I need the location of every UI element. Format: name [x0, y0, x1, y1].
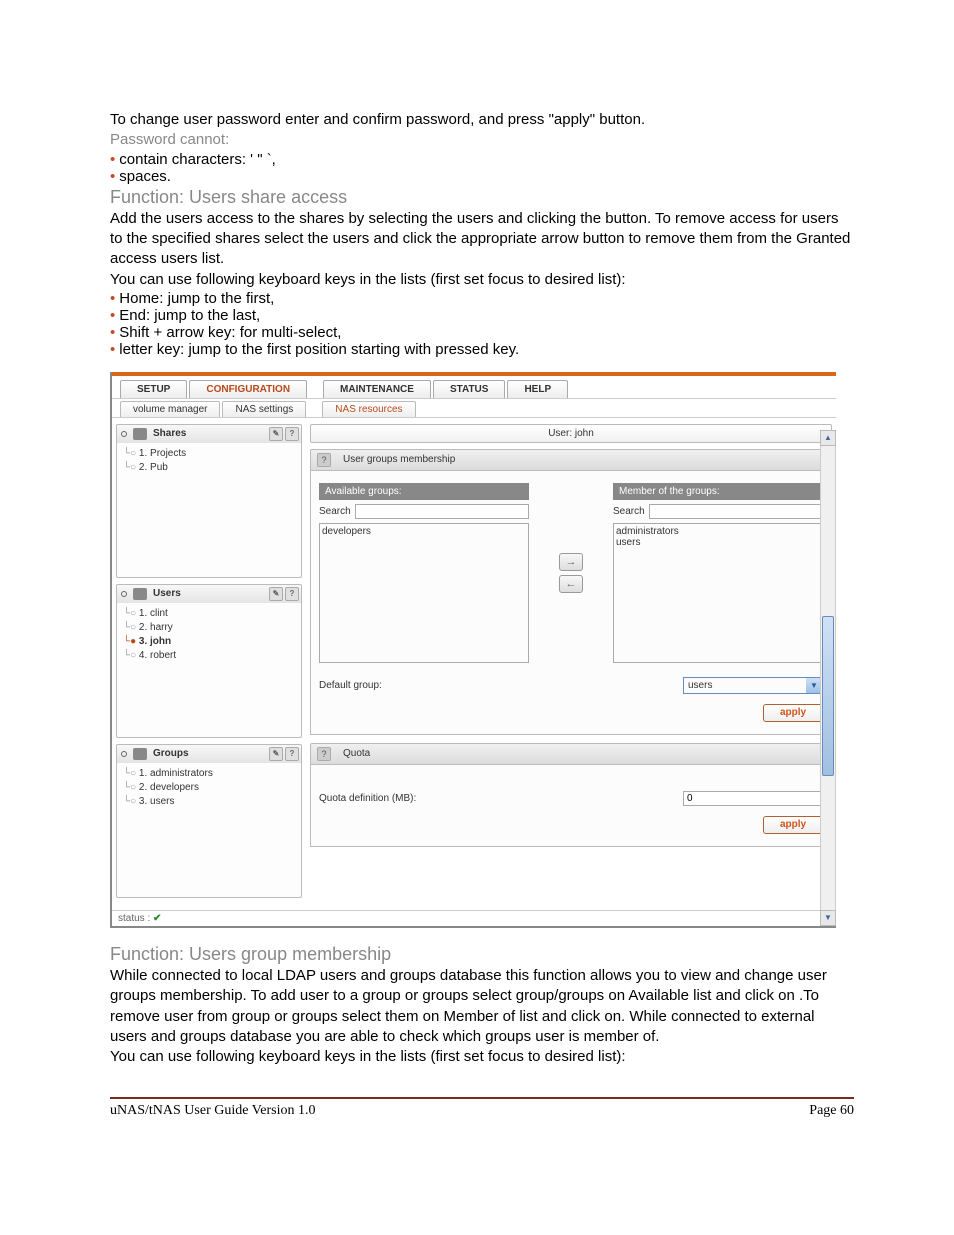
tree-item[interactable]: 2. Pub — [123, 461, 295, 475]
main-tabs: SETUP CONFIGURATION MAINTENANCE STATUS H… — [112, 376, 836, 399]
quota-input[interactable] — [683, 791, 823, 806]
apply-button[interactable]: apply — [763, 704, 823, 722]
check-icon: ✔ — [153, 913, 161, 924]
available-search-input[interactable] — [355, 504, 529, 519]
footer-right: Page 60 — [809, 1103, 854, 1119]
member-listbox[interactable]: administrators users — [613, 523, 823, 663]
search-label: Search — [613, 506, 645, 517]
remove-arrow-button[interactable]: ← — [559, 575, 583, 593]
subtab-volume-manager[interactable]: volume manager — [120, 401, 220, 417]
tree-item[interactable]: 2. developers — [123, 781, 295, 795]
tab-setup[interactable]: SETUP — [120, 380, 187, 398]
subtab-nas-settings[interactable]: NAS settings — [222, 401, 306, 417]
membership-title: User groups membership — [343, 454, 455, 465]
tab-help[interactable]: HELP — [507, 380, 568, 398]
quota-body: Quota definition (MB): apply — [310, 765, 832, 847]
membership-body: Available groups: Search developers → — [310, 471, 832, 735]
member-search-input[interactable] — [649, 504, 823, 519]
list-item[interactable]: users — [616, 537, 820, 548]
group-membership-paragraph: While connected to local LDAP users and … — [110, 966, 854, 1047]
bullet-item: •End: jump to the last, — [110, 307, 854, 324]
bullet-item: •Shift + arrow key: for multi-select, — [110, 324, 854, 341]
list-item[interactable]: administrators — [616, 526, 820, 537]
help-icon[interactable]: ? — [285, 747, 299, 761]
apply-button[interactable]: apply — [763, 816, 823, 834]
available-listbox[interactable]: developers — [319, 523, 529, 663]
bullet-item: •letter key: jump to the first position … — [110, 341, 854, 358]
vertical-scrollbar[interactable]: ▲ ▼ — [820, 430, 836, 910]
password-cannot-heading: Password cannot: — [110, 130, 854, 150]
collapse-icon[interactable] — [121, 591, 127, 597]
default-group-label: Default group: — [319, 680, 382, 691]
available-label: Available groups: — [319, 483, 529, 500]
tab-configuration[interactable]: CONFIGURATION — [189, 380, 307, 398]
tree-item[interactable]: 4. robert — [123, 649, 295, 663]
tab-maintenance[interactable]: MAINTENANCE — [323, 380, 431, 398]
main-pane: User: john ? User groups membership Avai… — [306, 418, 836, 910]
section-heading: Function: Users share access — [110, 185, 854, 209]
quota-header: ? Quota — [310, 743, 832, 765]
group-membership-paragraph: You can use following keyboard keys in t… — [110, 1047, 854, 1067]
footer-left: uNAS/tNAS User Guide Version 1.0 — [110, 1103, 315, 1119]
collapse-icon[interactable] — [121, 751, 127, 757]
bullet-item: •spaces. — [110, 168, 854, 185]
subtab-nas-resources[interactable]: NAS resources — [322, 401, 415, 417]
tree-item-selected[interactable]: 3. john — [123, 635, 295, 649]
collapse-icon[interactable] — [121, 431, 127, 437]
quota-title: Quota — [343, 748, 370, 759]
help-icon[interactable]: ? — [285, 427, 299, 441]
help-icon[interactable]: ? — [317, 453, 331, 467]
shares-icon — [133, 428, 147, 440]
wrench-icon[interactable]: ✎ — [269, 427, 283, 441]
wrench-icon[interactable]: ✎ — [269, 587, 283, 601]
default-group-select[interactable]: users ▼ — [683, 677, 823, 694]
users-panel: Users ✎ ? 1. clint 2. harry 3. john 4. r… — [116, 584, 302, 738]
help-icon[interactable]: ? — [285, 587, 299, 601]
status-bar: status : ✔ — [112, 910, 836, 926]
search-label: Search — [319, 506, 351, 517]
help-icon[interactable]: ? — [317, 747, 331, 761]
tree-item[interactable]: 1. clint — [123, 607, 295, 621]
wrench-icon[interactable]: ✎ — [269, 747, 283, 761]
scroll-up-button[interactable]: ▲ — [820, 430, 836, 446]
users-icon — [133, 588, 147, 600]
sidebar: Shares ✎ ? 1. Projects 2. Pub — [112, 418, 306, 910]
add-arrow-button[interactable]: → — [559, 553, 583, 571]
share-access-paragraph: You can use following keyboard keys in t… — [110, 270, 854, 290]
bullet-item: •Home: jump to the first, — [110, 290, 854, 307]
shares-panel: Shares ✎ ? 1. Projects 2. Pub — [116, 424, 302, 578]
section-heading: Function: Users group membership — [110, 942, 854, 966]
share-access-paragraph: Add the users access to the shares by se… — [110, 209, 854, 270]
quota-label: Quota definition (MB): — [319, 793, 416, 804]
membership-header: ? User groups membership — [310, 449, 832, 471]
nas-screenshot: SETUP CONFIGURATION MAINTENANCE STATUS H… — [110, 372, 836, 928]
shares-title: Shares — [153, 428, 186, 439]
list-item[interactable]: developers — [322, 526, 526, 537]
scroll-thumb[interactable] — [822, 616, 834, 776]
sub-tabs: volume manager NAS settings NAS resource… — [112, 399, 836, 418]
groups-title: Groups — [153, 748, 189, 759]
users-title: Users — [153, 588, 181, 599]
tree-item[interactable]: 1. Projects — [123, 447, 295, 461]
doc-body: To change user password enter and confir… — [110, 110, 854, 1119]
intro-line: To change user password enter and confir… — [110, 110, 854, 130]
groups-panel: Groups ✎ ? 1. administrators 2. develope… — [116, 744, 302, 898]
tree-item[interactable]: 1. administrators — [123, 767, 295, 781]
tree-item[interactable]: 3. users — [123, 795, 295, 809]
bullet-item: •contain characters: ' " `, — [110, 151, 854, 168]
page-footer: uNAS/tNAS User Guide Version 1.0 Page 60 — [110, 1097, 854, 1119]
user-title: User: john — [310, 424, 832, 443]
groups-icon — [133, 748, 147, 760]
tree-item[interactable]: 2. harry — [123, 621, 295, 635]
tab-status[interactable]: STATUS — [433, 380, 506, 398]
member-label: Member of the groups: — [613, 483, 823, 500]
